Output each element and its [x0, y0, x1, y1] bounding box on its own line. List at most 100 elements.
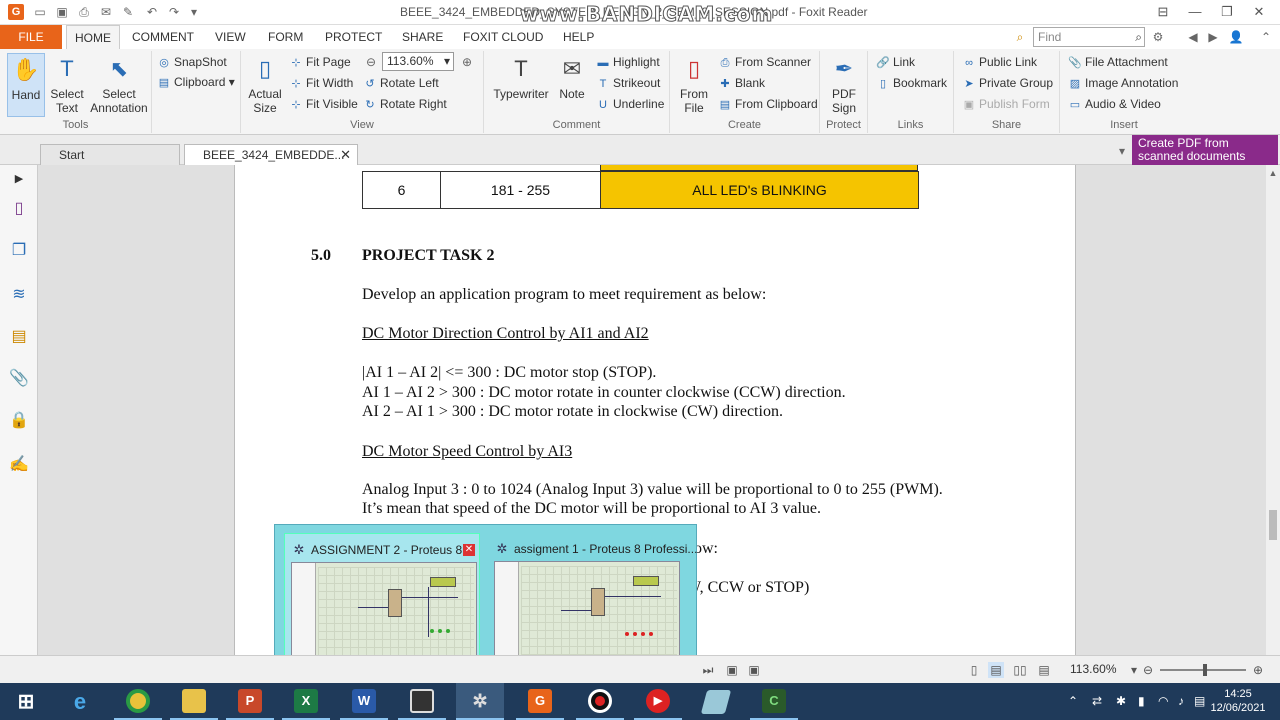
- public-link-button[interactable]: ∞ Public Link: [962, 53, 1037, 71]
- close-window-icon[interactable]: ✕: [463, 544, 475, 556]
- blank-button[interactable]: ✚ Blank: [718, 74, 765, 92]
- system-clock[interactable]: 14:25 12/06/2021: [1208, 687, 1268, 715]
- back-icon[interactable]: ◀: [1185, 29, 1201, 45]
- tab-form[interactable]: FORM: [260, 25, 311, 49]
- security-panel-icon[interactable]: 🔒: [9, 411, 29, 431]
- ribbon-options-icon[interactable]: ⊟: [1148, 2, 1178, 22]
- close-tab-icon[interactable]: ✕: [340, 145, 351, 165]
- rotate-right-button[interactable]: ↻ Rotate Right: [363, 95, 446, 113]
- bluetooth-icon[interactable]: ✱: [1116, 694, 1126, 708]
- wifi-icon[interactable]: ◠: [1158, 694, 1168, 708]
- thumbnail-assignment-2[interactable]: ✲ ASSIGNMENT 2 - Proteus 8 ... ✕: [284, 533, 480, 663]
- promo-banner[interactable]: Create PDF from scanned documents: [1132, 135, 1278, 165]
- signature-panel-icon[interactable]: ✍: [9, 455, 29, 475]
- tab-view[interactable]: VIEW: [207, 25, 254, 49]
- zoom-in-icon[interactable]: ⊕: [1250, 662, 1266, 678]
- settings-icon[interactable]: ⚙: [1150, 29, 1166, 45]
- attachments-panel-icon[interactable]: 📎: [9, 369, 29, 389]
- youtube-player-button[interactable]: ▶: [634, 683, 682, 720]
- vertical-scrollbar[interactable]: ▲: [1266, 165, 1280, 655]
- from-clipboard-button[interactable]: ▤ From Clipboard: [718, 95, 818, 113]
- status-zoom-value[interactable]: 113.60%: [1070, 662, 1116, 676]
- zoom-select[interactable]: 113.60% ▾: [382, 52, 454, 71]
- snapshot-button[interactable]: ◎ SnapShot: [157, 53, 227, 71]
- proteus-button[interactable]: ✲: [456, 683, 504, 720]
- chrome-button[interactable]: [114, 683, 162, 720]
- tray-up-icon[interactable]: ⌃: [1068, 694, 1078, 708]
- powerpoint-button[interactable]: P: [226, 683, 274, 720]
- underline-button[interactable]: U Underline: [596, 95, 664, 113]
- maximize-button[interactable]: ❐: [1212, 2, 1242, 22]
- highlight-button[interactable]: ▬ Highlight: [596, 53, 660, 71]
- zoom-out-icon[interactable]: ⊖: [1140, 662, 1156, 678]
- bandicam-button[interactable]: [576, 683, 624, 720]
- pages-panel-icon[interactable]: ❐: [9, 241, 29, 261]
- layers-panel-icon[interactable]: ≋: [9, 285, 29, 305]
- customize-icon[interactable]: ▾: [186, 4, 202, 20]
- zoom-out-icon[interactable]: ⊖: [363, 54, 379, 70]
- link-button[interactable]: 🔗 Link: [876, 53, 915, 71]
- close-button[interactable]: ✕: [1244, 2, 1274, 22]
- collapse-ribbon-icon[interactable]: ⌃: [1258, 29, 1274, 45]
- strikeout-button[interactable]: T Strikeout: [596, 74, 661, 92]
- undo-icon[interactable]: ↶: [144, 4, 160, 20]
- hand-tool-button[interactable]: ✋ Hand: [7, 53, 45, 117]
- minimize-button[interactable]: —: [1180, 2, 1210, 22]
- pin-icon[interactable]: ✎: [120, 4, 136, 20]
- proteus-isis-button[interactable]: C: [750, 683, 798, 720]
- note-button[interactable]: ✉ Note: [554, 53, 590, 102]
- forward-icon[interactable]: ▶: [1205, 29, 1221, 45]
- fit-page-button[interactable]: ⊹ Fit Page: [289, 53, 350, 71]
- file-explorer-button[interactable]: [170, 683, 218, 720]
- language-icon[interactable]: ▤: [1194, 694, 1205, 708]
- tab-start[interactable]: Start: [40, 144, 180, 165]
- clipboard-button[interactable]: ▤ Clipboard ▾: [157, 73, 235, 91]
- single-page-icon[interactable]: ▯: [966, 662, 982, 678]
- tab-help[interactable]: HELP: [555, 25, 602, 49]
- publish-form-button[interactable]: ▣ Publish Form: [962, 95, 1050, 113]
- excel-button[interactable]: X: [282, 683, 330, 720]
- print-icon[interactable]: ⎙: [76, 4, 92, 20]
- tab-home[interactable]: HOME: [66, 25, 120, 49]
- tab-share[interactable]: SHARE: [394, 25, 451, 49]
- page-view-icon[interactable]: ▣: [746, 662, 762, 678]
- continuous-page-icon[interactable]: ▤: [988, 662, 1004, 678]
- bookmark-button[interactable]: ▯ Bookmark: [876, 74, 947, 92]
- file-attachment-button[interactable]: 📎 File Attachment: [1068, 53, 1168, 71]
- continuous-facing-icon[interactable]: ▤: [1036, 662, 1052, 678]
- image-annotation-button[interactable]: ▨ Image Annotation: [1068, 74, 1179, 92]
- user-icon[interactable]: 👤: [1228, 29, 1244, 45]
- page-thumbnails-icon[interactable]: ▣: [724, 662, 740, 678]
- fit-visible-button[interactable]: ⊹ Fit Visible: [289, 95, 357, 113]
- rotate-left-button[interactable]: ↺ Rotate Left: [363, 74, 438, 92]
- private-group-button[interactable]: ➤ Private Group: [962, 74, 1053, 92]
- find-input[interactable]: Find ⌕: [1033, 27, 1145, 47]
- comments-panel-icon[interactable]: ▤: [9, 327, 29, 347]
- last-page-icon[interactable]: ⏭: [700, 662, 716, 678]
- from-scanner-button[interactable]: ⎙ From Scanner: [718, 53, 811, 71]
- tab-protect[interactable]: PROTECT: [317, 25, 390, 49]
- from-file-button[interactable]: ▯ From File: [676, 53, 712, 116]
- open-icon[interactable]: ▭: [32, 4, 48, 20]
- zoom-slider[interactable]: [1160, 664, 1246, 676]
- bookmarks-panel-icon[interactable]: ▯: [9, 199, 29, 219]
- battery-icon[interactable]: ▮: [1138, 694, 1145, 708]
- foxit-logo-icon[interactable]: G: [8, 4, 24, 20]
- internet-explorer-button[interactable]: e: [56, 683, 104, 720]
- typewriter-button[interactable]: T Typewriter: [490, 53, 552, 102]
- fit-width-button[interactable]: ⊹ Fit Width: [289, 74, 353, 92]
- scrollbar-thumb[interactable]: [1269, 510, 1277, 540]
- tab-foxit-cloud[interactable]: FOXIT CLOUD: [455, 25, 551, 49]
- tab-current-document[interactable]: BEEE_3424_EMBEDDE... ✕: [184, 144, 358, 165]
- zoom-slider-knob[interactable]: [1203, 664, 1207, 676]
- expand-panel-icon[interactable]: ▶: [9, 169, 29, 189]
- search-icon[interactable]: ⌕: [1135, 28, 1142, 46]
- audio-video-button[interactable]: ▭ Audio & Video: [1068, 95, 1161, 113]
- save-icon[interactable]: ▣: [54, 4, 70, 20]
- email-icon[interactable]: ✉: [98, 4, 114, 20]
- search-doc-icon[interactable]: ⌕: [1012, 29, 1028, 45]
- network-share-icon[interactable]: ⇄: [1092, 694, 1102, 708]
- zoom-in-icon[interactable]: ⊕: [459, 54, 475, 70]
- start-button[interactable]: ⊞: [2, 683, 50, 720]
- redo-icon[interactable]: ↷: [166, 4, 182, 20]
